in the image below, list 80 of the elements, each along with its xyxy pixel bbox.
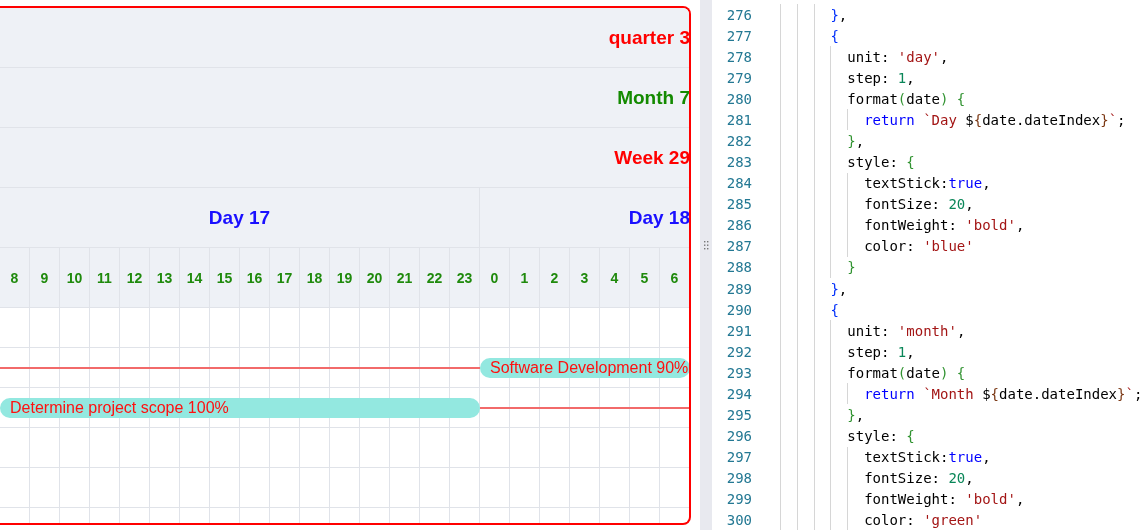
hour-label: 1	[520, 269, 529, 286]
header-label: Month 7	[617, 86, 689, 109]
line-number: 279	[725, 69, 752, 86]
hour-label: 6	[670, 269, 679, 286]
day-label: Day 18	[628, 206, 689, 229]
code-line: style: {	[846, 154, 915, 171]
code-line: unit: 'month',	[846, 322, 966, 339]
code-line: },	[829, 280, 848, 297]
line-number: 300	[725, 512, 752, 529]
code-line: return `Day ${date.dateIndex}`;	[863, 111, 1126, 128]
code-line: fontWeight: 'bold',	[863, 491, 1025, 508]
line-number: 296	[725, 428, 752, 445]
task-bar[interactable]: Determine project scope 100%	[0, 397, 480, 418]
code-line: style: {	[846, 428, 915, 445]
code-line: format(date) {	[846, 90, 966, 107]
code-line: textStick:true,	[863, 449, 991, 466]
code-line: },	[846, 133, 865, 149]
code-line: fontWeight: 'bold',	[863, 217, 1025, 234]
line-number: 293	[725, 364, 752, 381]
line-number: 277	[725, 27, 752, 44]
line-number: 276	[725, 6, 752, 23]
line-number: 294	[725, 385, 752, 402]
code-line: fontSize: 20,	[863, 470, 974, 487]
hour-label: 17	[276, 269, 293, 286]
code-line: fontSize: 20,	[863, 196, 974, 213]
line-number: 278	[725, 48, 752, 65]
code-line: {	[829, 27, 839, 44]
hour-label: 3	[580, 269, 589, 286]
line-number: 289	[725, 280, 752, 297]
code-line: format(date) {	[846, 364, 966, 381]
hour-label: 5	[640, 269, 649, 286]
line-number: 288	[725, 259, 752, 276]
hour-label: 10	[66, 269, 83, 286]
line-number: 297	[725, 449, 752, 466]
line-number: 286	[725, 217, 752, 234]
hour-label: 22	[426, 269, 443, 286]
hour-label: 14	[186, 269, 203, 286]
code-line: }	[846, 259, 856, 276]
line-number: 283	[725, 154, 752, 171]
hour-label: 20	[366, 269, 383, 286]
hour-label: 11	[97, 269, 112, 286]
code-line: color: 'green'	[863, 512, 983, 529]
code-line: {	[829, 301, 839, 318]
task-bar[interactable]: Software Development 90%	[480, 357, 689, 378]
hour-label: 19	[336, 269, 353, 286]
code-line: unit: 'day',	[846, 48, 949, 65]
line-number: 281	[725, 111, 752, 128]
hour-label: 16	[246, 269, 263, 286]
line-number: 282	[725, 133, 752, 149]
line-number: 299	[725, 491, 752, 508]
hour-label: 9	[40, 269, 49, 286]
code-line: color: 'blue'	[863, 238, 974, 255]
code-line: return `Month ${date.dateIndex}`;	[863, 385, 1142, 402]
hour-label: 4	[610, 269, 619, 286]
hour-label: 18	[306, 269, 323, 286]
hour-label: 2	[550, 269, 559, 286]
line-number: 290	[725, 301, 752, 318]
hour-label: 8	[10, 269, 19, 286]
hour-label: 23	[456, 269, 473, 286]
hour-label: 21	[396, 269, 413, 286]
code-line: textStick:true,	[863, 175, 991, 192]
day-label: Day 17	[208, 206, 271, 229]
hour-label: 13	[156, 269, 173, 286]
code-line: step: 1,	[846, 343, 915, 360]
line-number: 285	[725, 196, 752, 213]
hour-label: 12	[126, 269, 143, 286]
line-number: 287	[725, 238, 752, 255]
line-number: 292	[725, 343, 752, 360]
code-line: },	[829, 6, 848, 23]
hour-label: 0	[490, 269, 499, 286]
line-number: 280	[725, 90, 752, 107]
hour-label: 15	[216, 269, 233, 286]
header-label: Week 29	[614, 146, 689, 169]
code-line: step: 1,	[846, 69, 915, 86]
line-number: 291	[725, 322, 752, 339]
line-number: 298	[725, 470, 752, 487]
line-number: 295	[725, 407, 752, 423]
code-line: },	[846, 407, 865, 423]
header-label: quarter 3	[608, 26, 689, 49]
line-number: 284	[725, 175, 752, 192]
